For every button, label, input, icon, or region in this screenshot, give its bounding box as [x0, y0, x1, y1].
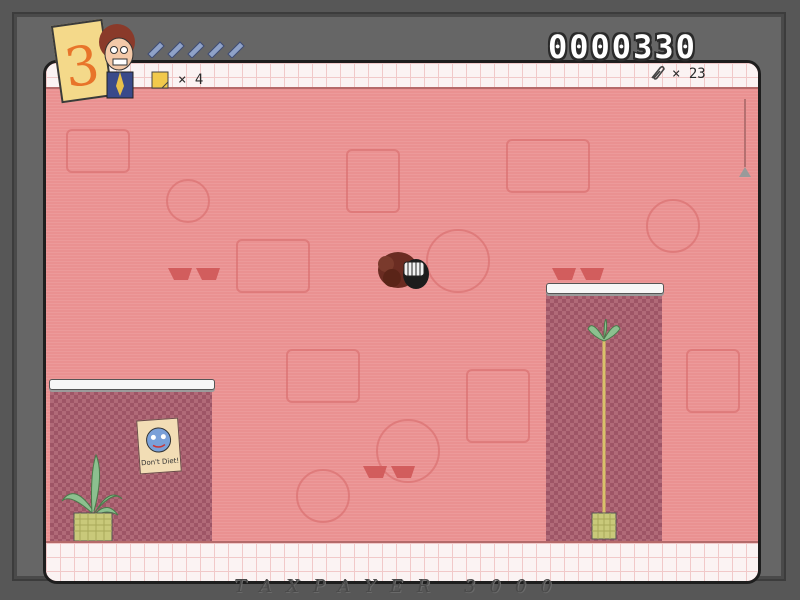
doodle-shape	[66, 129, 130, 173]
monitor: Don't Diet! 3 × 4 0000330 × 23 TAXPAYER …	[0, 0, 800, 600]
doodle-shape	[166, 179, 210, 223]
doodle-shape	[686, 349, 740, 413]
sunglasses-doodle	[168, 268, 220, 280]
right-ledge	[546, 283, 664, 294]
left-block: Don't Diet!	[50, 387, 212, 542]
graph-paper-floor	[46, 541, 758, 581]
poster-caption: Don't Diet!	[140, 456, 180, 468]
game-screen[interactable]: Don't Diet!	[43, 60, 761, 584]
doodle-shape	[506, 139, 590, 193]
sunglasses-doodle	[363, 466, 415, 478]
potted-plant	[61, 453, 123, 542]
hanging-lamp	[739, 99, 751, 177]
tall-plant	[587, 319, 621, 540]
doodle-shape	[346, 149, 400, 213]
doodle-shape	[646, 199, 700, 253]
sticky-note-icon	[151, 71, 169, 89]
doodle-shape	[466, 369, 530, 443]
player-portrait-icon	[99, 24, 135, 99]
doodle-shape	[426, 229, 490, 293]
doodle-shape	[286, 349, 360, 403]
monster-icon	[146, 427, 172, 453]
sunglasses-doodle	[552, 268, 604, 280]
pencil-icon	[147, 41, 245, 59]
doodle-shape	[296, 469, 350, 523]
player-character[interactable]	[376, 246, 432, 294]
sticky-note-count: × 4	[178, 72, 204, 88]
poster: Don't Diet!	[136, 417, 182, 475]
paperclip-count: × 23	[672, 66, 706, 82]
doodle-shape	[236, 239, 310, 293]
paperclip-icon	[651, 65, 665, 80]
score-counter: 0000330	[548, 28, 697, 66]
left-ledge	[49, 379, 215, 390]
right-block	[546, 291, 662, 541]
game-title: TAXPAYER 3000	[234, 576, 566, 597]
health-bar	[146, 40, 256, 62]
